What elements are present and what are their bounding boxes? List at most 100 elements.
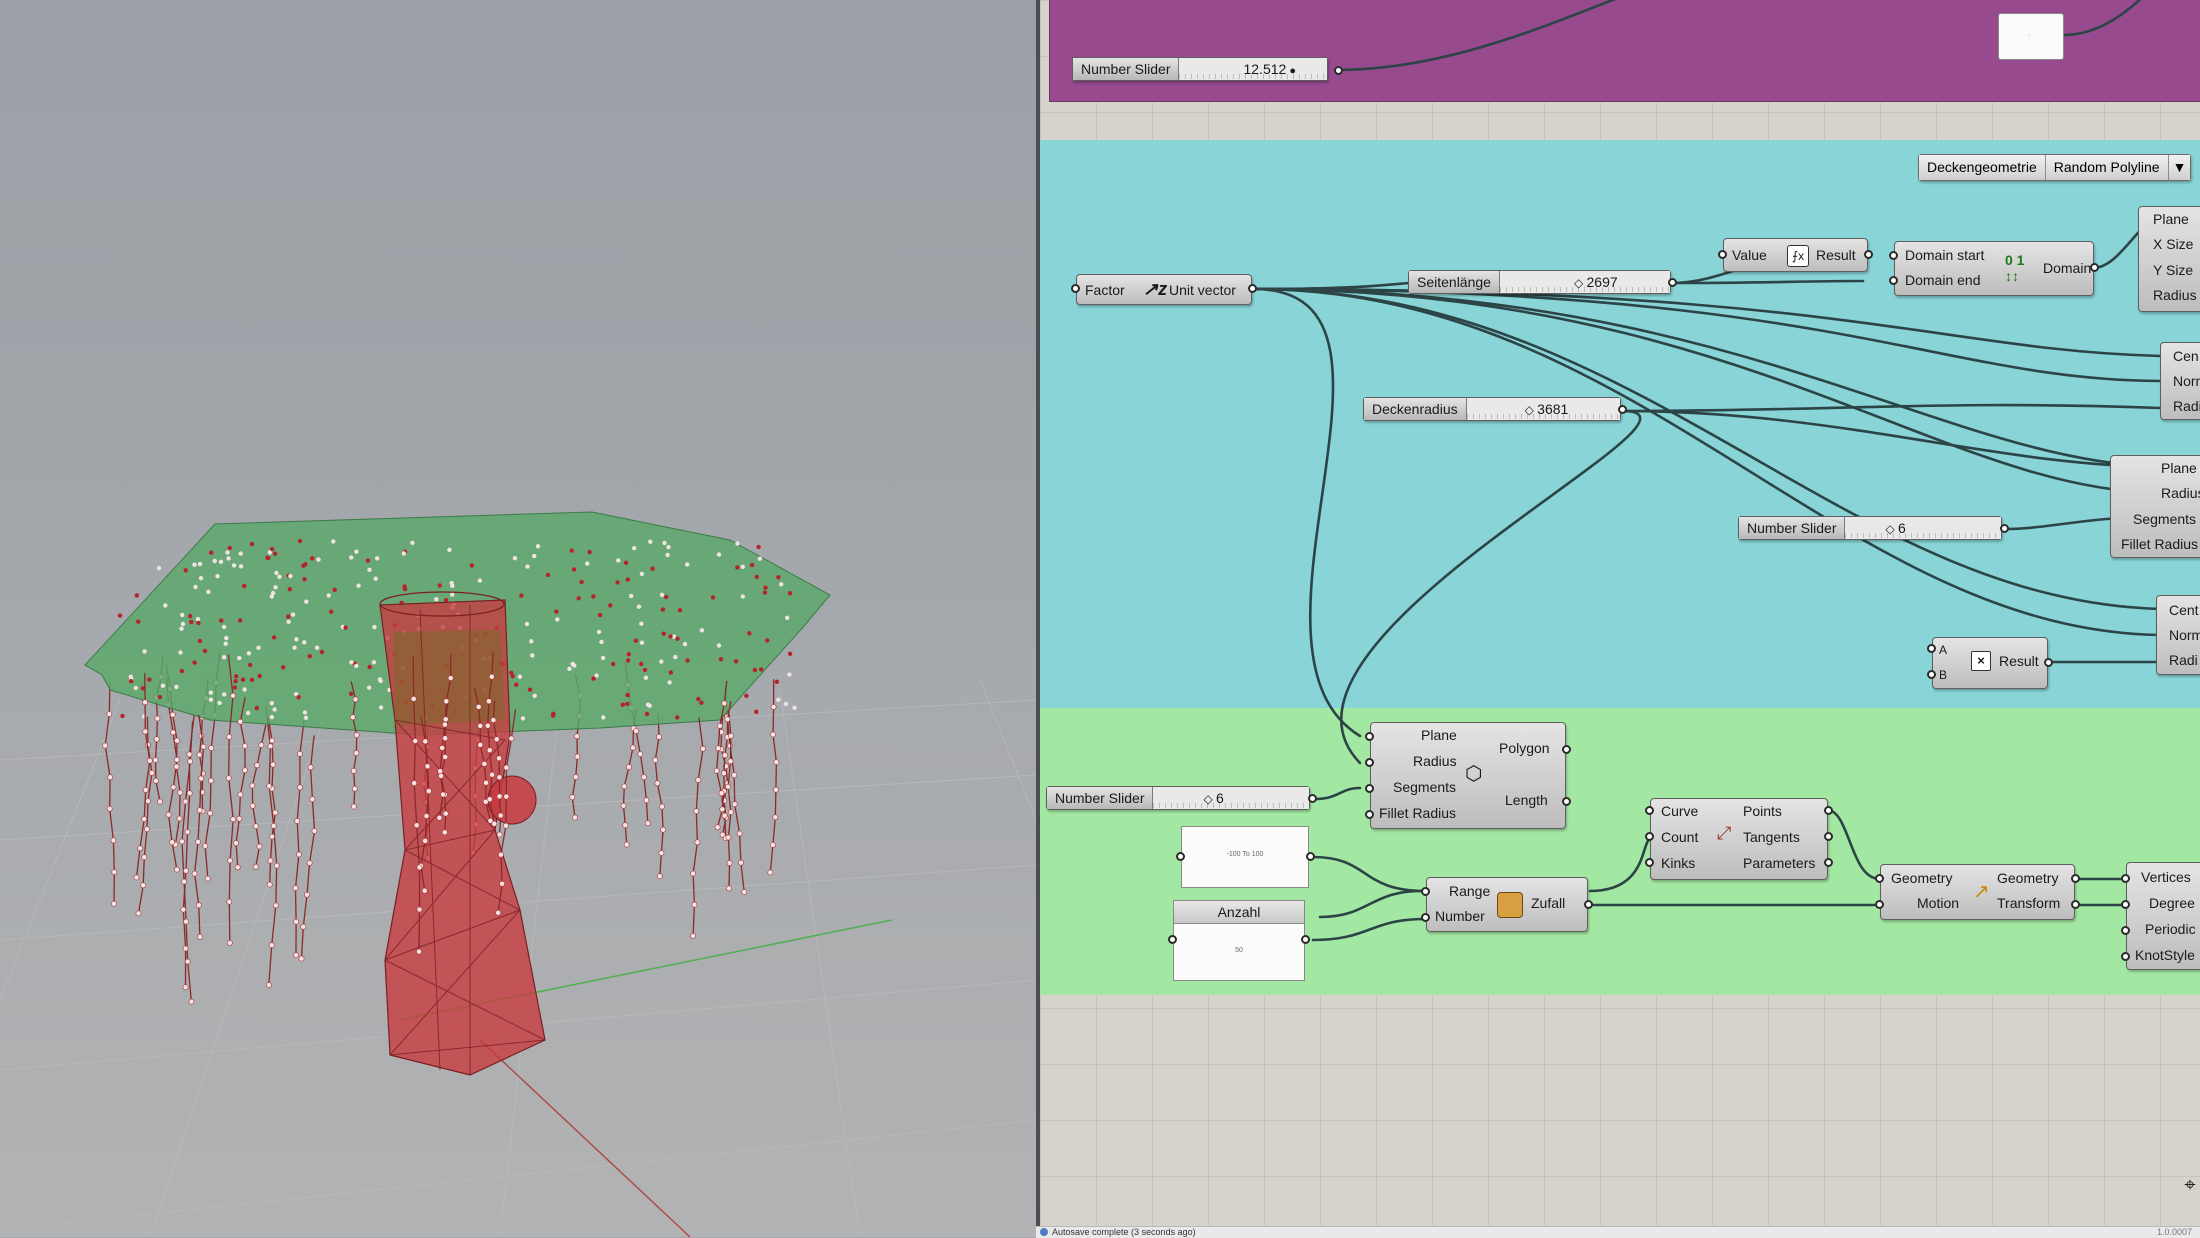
output-port[interactable] [1824,832,1833,841]
input-port[interactable] [1889,276,1898,285]
number-slider-top[interactable]: Number Slider 12.512 [1072,57,1328,81]
input-port[interactable] [1645,858,1654,867]
input-port[interactable] [2121,952,2130,961]
output-port[interactable] [2071,900,2080,909]
value-list-deckengeometrie[interactable]: Deckengeometrie Random Polyline ▼ [1918,154,2192,181]
value-list-selected[interactable]: Random Polyline [2044,155,2168,180]
rhino-viewport[interactable] [0,0,1036,1237]
output-port[interactable] [2071,874,2080,883]
string-node [253,823,259,830]
rectangle-component[interactable]: Plane X Size Y Size Radius [2138,206,2200,312]
input-port[interactable] [1421,887,1430,896]
input-port[interactable] [1365,732,1374,741]
input-port[interactable] [1718,250,1727,259]
input-port[interactable] [1421,913,1430,922]
string-node [350,803,357,810]
roof-point [304,599,309,604]
string-node [188,998,195,1005]
roof-point [625,701,630,707]
string-node [292,885,299,891]
roof-point [555,617,560,622]
string-node [137,845,143,852]
panel-range[interactable]: -100 To 100 [1181,826,1309,888]
slider-track[interactable]: 3681 [1466,398,1620,420]
roof-point [629,593,634,599]
roof-point [180,612,185,618]
divide-curve-component[interactable]: Curve Count Kinks ⤢ Points Tangents Para… [1650,798,1828,880]
number-slider-mid[interactable]: Number Slider 6 [1738,516,2002,540]
circle-component-2[interactable]: Cent Norm Radi [2156,595,2200,675]
roof-point [286,614,291,619]
output-port[interactable] [1301,935,1310,944]
input-port[interactable] [1645,806,1654,815]
roof-point [787,672,792,677]
panel-anzahl[interactable]: Anzahl 50 [1173,900,1305,981]
random-component[interactable]: Range Number Zufall [1426,877,1588,932]
roof-point [532,553,537,559]
input-port[interactable] [1875,900,1884,909]
chevron-down-icon[interactable]: ▼ [2167,155,2191,180]
move-component[interactable]: Geometry Motion ↗ Geometry Transform [1880,864,2075,920]
output-port[interactable] [1668,278,1677,287]
input-port[interactable] [1365,810,1374,819]
roof-point [356,583,361,588]
string-node [412,738,419,744]
input-port[interactable] [1176,852,1185,861]
unit-vector-component[interactable]: Factor ↗z Unit vector [1076,274,1252,305]
output-port[interactable] [1248,284,1257,293]
roof-point [189,619,194,625]
input-port[interactable] [2121,874,2130,883]
slider-track[interactable]: 6 [1845,517,2001,539]
grasshopper-canvas[interactable]: Number Slider 12.512 · Deckengeometrie R… [1040,0,2200,1237]
slider-deckenradius[interactable]: Deckenradius 3681 [1363,397,1621,421]
input-port[interactable] [2121,900,2130,909]
input-port[interactable] [2121,926,2130,935]
input-port[interactable] [1927,644,1936,653]
output-port[interactable] [1306,852,1315,861]
input-port[interactable] [1875,874,1884,883]
output-port[interactable] [1562,797,1571,806]
output-port[interactable] [1824,806,1833,815]
output-port[interactable] [2090,263,2099,272]
roof-point [287,587,292,592]
string-node [496,774,503,781]
output-port[interactable] [1618,405,1627,414]
roof-point [233,679,238,684]
input-port[interactable] [1645,832,1654,841]
circle-component-1[interactable]: Cen Norm Radi [2160,342,2200,420]
output-port[interactable] [1334,66,1343,75]
output-port[interactable] [2000,524,2009,533]
input-port[interactable] [1365,784,1374,793]
multiplication-component[interactable]: A B × Result [1932,637,2048,689]
slider-seitenlaenge[interactable]: Seitenlänge 2697 [1408,270,1671,294]
output-port[interactable] [1864,250,1873,259]
output-label: Transform [1997,895,2061,911]
nurbs-curve-component[interactable]: Vertices Degree Periodic KnotStyle [2126,862,2200,970]
input-port[interactable] [1889,251,1898,260]
roof-point [639,661,644,667]
input-label: Geometry [1891,870,1953,886]
polygon-component-right[interactable]: Plane Radius Segments Fillet Radius [2110,455,2200,558]
slider-track[interactable]: 6 [1153,787,1309,809]
string-node [413,822,420,829]
input-port[interactable] [1365,758,1374,767]
output-label: Points [1743,803,1782,819]
polygon-component[interactable]: Plane Radius Segments Fillet Radius ⬡ Po… [1370,722,1566,829]
slider-track[interactable]: 2697 [1499,271,1670,293]
string-node [350,768,357,774]
expression-component[interactable]: Value ⨍x Result [1723,238,1868,272]
input-port[interactable] [1071,284,1080,293]
input-port[interactable] [1927,670,1936,679]
roof-point [524,621,530,627]
number-slider-bottom[interactable]: Number Slider 6 [1046,786,1310,810]
output-port[interactable] [1584,900,1593,909]
slider-track[interactable]: 12.512 [1179,58,1327,80]
output-port[interactable] [2044,658,2053,667]
panel-top[interactable]: · [1998,13,2064,60]
construct-domain-component[interactable]: Domain start Domain end 0 1 ↕↕ Domain [1894,241,2094,296]
output-port[interactable] [1562,745,1571,754]
input-port[interactable] [1168,935,1177,944]
output-port[interactable] [1308,794,1317,803]
string-node [352,696,359,703]
output-port[interactable] [1824,858,1833,867]
